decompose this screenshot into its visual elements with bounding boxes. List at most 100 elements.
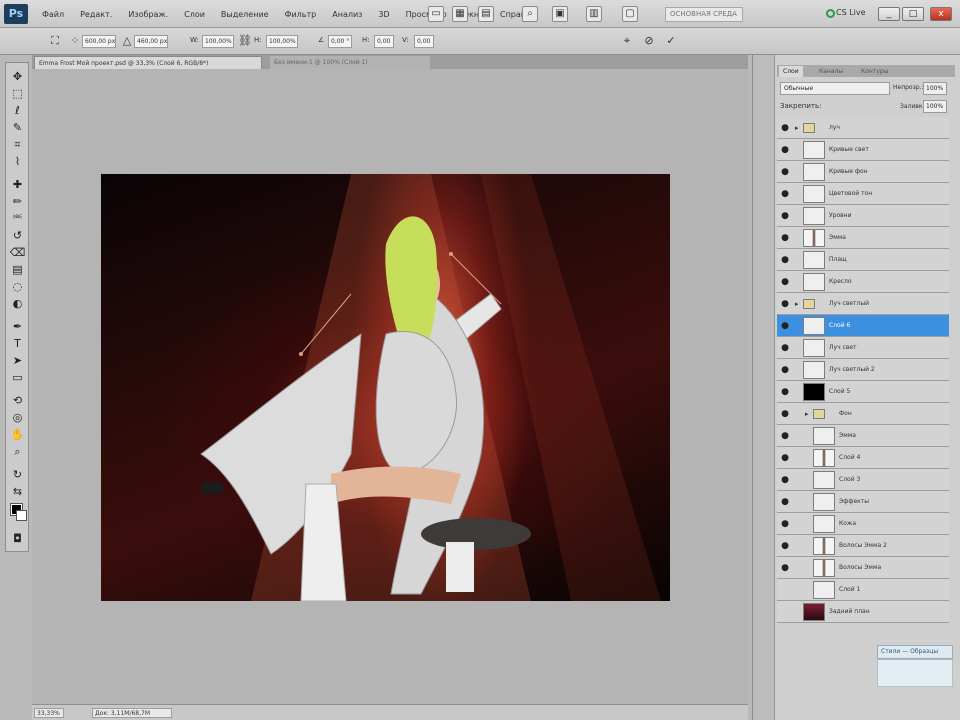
layer-row[interactable]: ● Волосы Эмма 2 [777, 535, 949, 557]
eraser-tool-icon[interactable]: ⌫ [9, 245, 26, 260]
eye-icon[interactable]: ● [779, 364, 791, 376]
menu-item[interactable]: Файл [34, 10, 72, 19]
dodge-tool-icon[interactable]: ◐ [9, 296, 26, 311]
eyedropper-tool-icon[interactable]: ⌇ [9, 154, 26, 169]
zoom-field[interactable]: 33,33% [34, 708, 64, 718]
eye-icon[interactable]: ● [779, 298, 791, 310]
height-field[interactable]: 100,00% [266, 35, 298, 48]
close-button[interactable]: x [930, 7, 952, 21]
tab-layers[interactable]: Слои [779, 66, 803, 77]
blend-mode-select[interactable]: Обычные [780, 82, 890, 95]
eye-icon[interactable]: ● [779, 232, 791, 244]
layer-row[interactable]: ● Уровни [777, 205, 949, 227]
canvas-area[interactable] [32, 69, 748, 704]
layer-row[interactable]: ● Волосы Эмма [777, 557, 949, 579]
cancel-icon[interactable]: ⊘ [642, 34, 656, 48]
clone-stamp-tool-icon[interactable]: ⎃ [9, 211, 26, 226]
hskew-field[interactable]: 0,00 [374, 35, 394, 48]
maximize-button[interactable]: □ [902, 7, 924, 21]
background-color-swatch[interactable] [16, 510, 27, 521]
eye-icon[interactable] [779, 606, 791, 618]
document-tab-untitled[interactable]: Без имени-1 @ 100% (Слой 1) [270, 56, 430, 69]
menu-item[interactable]: Анализ [324, 10, 370, 19]
layer-row[interactable]: ● Слой 3 [777, 469, 949, 491]
group-expand-icon[interactable]: ▸ [805, 408, 809, 420]
layer-row[interactable]: ● Луч свет [777, 337, 949, 359]
layer-row[interactable]: ● Эмма [777, 425, 949, 447]
warp-icon[interactable]: ⌖ [620, 34, 634, 48]
document-info[interactable]: Док: 3,11M/68,7M [92, 708, 172, 718]
quick-select-tool-icon[interactable]: ✎ [9, 120, 26, 135]
opacity-field[interactable]: 100% [923, 82, 947, 95]
fill-field[interactable]: 100% [923, 100, 947, 113]
path-select-tool-icon[interactable]: ➤ [9, 353, 26, 368]
quick-mask-icon[interactable]: ◘ [9, 531, 26, 546]
layer-row[interactable]: ● Эмма [777, 227, 949, 249]
layer-row[interactable]: ● Плащ [777, 249, 949, 271]
layer-row[interactable]: ● Луч светлый 2 [777, 359, 949, 381]
minibridge-icon[interactable]: ▦ [452, 6, 468, 22]
eye-icon[interactable]: ● [779, 166, 791, 178]
eye-icon[interactable]: ● [779, 562, 791, 574]
reference-point-icon[interactable]: ⁘ [68, 34, 82, 48]
menu-item[interactable]: 3D [370, 10, 397, 19]
eye-icon[interactable]: ● [779, 342, 791, 354]
layer-row[interactable]: ● ▸ Фон [777, 403, 949, 425]
view-mode-icon[interactable]: ▣ [552, 6, 568, 22]
cs-live-button[interactable]: CS Live [836, 8, 866, 17]
image-canvas[interactable] [101, 174, 670, 601]
eye-icon[interactable]: ● [779, 122, 791, 134]
layer-row[interactable]: ● Слой 4 [777, 447, 949, 469]
lasso-tool-icon[interactable]: ℓ [9, 103, 26, 118]
eye-icon[interactable]: ● [779, 254, 791, 266]
eye-icon[interactable]: ● [779, 474, 791, 486]
eye-icon[interactable]: ● [779, 320, 791, 332]
group-expand-icon[interactable]: ▸ [795, 298, 799, 310]
eye-icon[interactable]: ● [779, 408, 791, 420]
arrange-icon[interactable]: ▥ [586, 6, 602, 22]
hand-tool-icon[interactable]: ✋ [9, 427, 26, 442]
extras-icon[interactable]: ▤ [478, 6, 494, 22]
layer-row[interactable]: ● Эффекты [777, 491, 949, 513]
menu-item[interactable]: Фильтр [277, 10, 325, 19]
layer-row[interactable]: ● Кресло [777, 271, 949, 293]
menu-item[interactable]: Слои [176, 10, 213, 19]
tab-paths[interactable]: Контуры [857, 66, 892, 77]
group-expand-icon[interactable]: ▸ [795, 122, 799, 134]
angle-field[interactable]: 0,00 ° [328, 35, 352, 48]
layer-row[interactable]: ● ▸ Луч светлый [777, 293, 949, 315]
minimize-button[interactable]: _ [878, 7, 900, 21]
layer-row[interactable]: ● Кривые фон [777, 161, 949, 183]
layer-row[interactable]: ● Цветовой тон [777, 183, 949, 205]
width-field[interactable]: 100,00% [202, 35, 234, 48]
menu-item[interactable]: Изображ. [120, 10, 176, 19]
x-position-field[interactable]: 600,00 px [82, 35, 116, 48]
eye-icon[interactable]: ● [779, 210, 791, 222]
document-tab-active[interactable]: Emma Frost Мой проект.psd @ 33,3% (Слой … [34, 56, 262, 69]
type-tool-icon[interactable]: T [9, 336, 26, 351]
zoom-level-icon[interactable]: ⌕ [522, 6, 538, 22]
eye-icon[interactable]: ● [779, 276, 791, 288]
screen-mode-icon[interactable]: ▢ [622, 6, 638, 22]
marquee-tool-icon[interactable]: ⬚ [9, 86, 26, 101]
vskew-field[interactable]: 0,00 [414, 35, 434, 48]
layer-row[interactable]: Слой 1 [777, 579, 949, 601]
eye-icon[interactable]: ● [779, 518, 791, 530]
brush-tool-icon[interactable]: ✏ [9, 194, 26, 209]
pen-tool-icon[interactable]: ✒ [9, 319, 26, 334]
workspace-switcher[interactable]: ОСНОВНАЯ СРЕДА [665, 7, 743, 22]
3d-orbit-tool-icon[interactable]: ◎ [9, 410, 26, 425]
layer-row[interactable]: ● ▸ луч [777, 117, 949, 139]
layer-row[interactable]: ● Слой 5 [777, 381, 949, 403]
layer-row[interactable]: Задний план [777, 601, 949, 623]
eye-icon[interactable]: ● [779, 188, 791, 200]
bridge-icon[interactable]: ▭ [428, 6, 444, 22]
layer-row[interactable]: ● Кривые свет [777, 139, 949, 161]
eye-icon[interactable]: ● [779, 386, 791, 398]
rotate-view-tool-icon[interactable]: ↻ [9, 467, 26, 482]
link-icon[interactable]: ⛓ [238, 34, 252, 48]
eye-icon[interactable]: ● [779, 496, 791, 508]
eye-icon[interactable]: ● [779, 540, 791, 552]
blur-tool-icon[interactable]: ◌ [9, 279, 26, 294]
layer-row[interactable]: ● Кожа [777, 513, 949, 535]
